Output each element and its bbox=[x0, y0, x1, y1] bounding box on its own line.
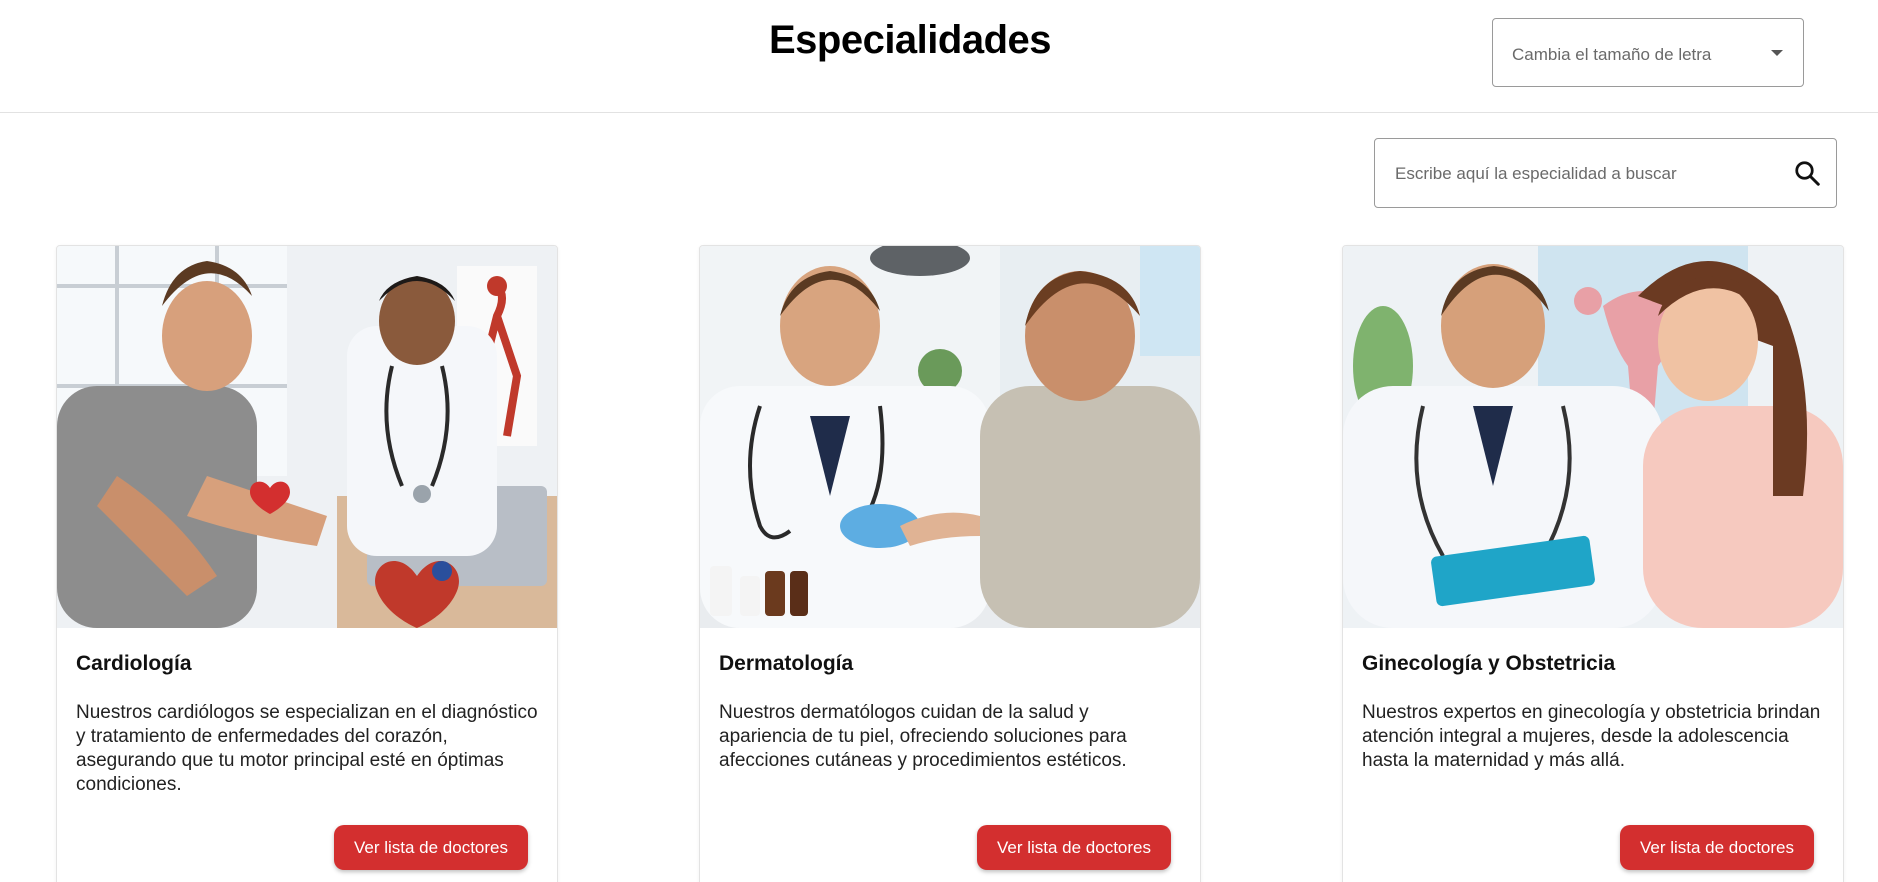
card-title: Cardiología bbox=[76, 652, 192, 675]
view-doctors-button[interactable]: Ver lista de doctores bbox=[333, 825, 528, 870]
card-title: Ginecología y Obstetricia bbox=[1362, 652, 1616, 675]
card-description: Nuestros cardiólogos se especializan en … bbox=[76, 702, 538, 795]
view-doctors-button[interactable]: Ver lista de doctores bbox=[1619, 825, 1814, 870]
page: Especialidades Cambia el tamaño de letra bbox=[0, 0, 1878, 882]
card-description: Nuestros expertos en ginecología y obste… bbox=[1362, 702, 1821, 771]
cardiology-image bbox=[57, 246, 557, 628]
font-size-select[interactable]: Cambia el tamaño de letra bbox=[1492, 18, 1804, 87]
search-box bbox=[1374, 138, 1837, 209]
card-image bbox=[1343, 246, 1843, 628]
header: Especialidades Cambia el tamaño de letra bbox=[0, 0, 1878, 113]
view-doctors-button[interactable]: Ver lista de doctores bbox=[976, 825, 1171, 870]
card-title: Dermatología bbox=[719, 652, 854, 675]
search-input[interactable] bbox=[1393, 139, 1767, 209]
card-image bbox=[57, 246, 557, 628]
card-description: Nuestros dermatólogos cuidan de la salud… bbox=[719, 702, 1127, 771]
gynecology-image bbox=[1343, 246, 1843, 628]
specialty-card-cardiologia: Cardiología Nuestros cardiólogos se espe… bbox=[56, 245, 558, 882]
chevron-down-icon bbox=[1771, 50, 1783, 56]
font-size-select-label: Cambia el tamaño de letra bbox=[1512, 45, 1712, 64]
specialty-card-ginecologia: Ginecología y Obstetricia Nuestros exper… bbox=[1342, 245, 1844, 882]
search-icon[interactable] bbox=[1792, 158, 1822, 188]
dermatology-image bbox=[700, 246, 1200, 628]
card-image bbox=[700, 246, 1200, 628]
specialty-card-dermatologia: Dermatología Nuestros dermatólogos cuida… bbox=[699, 245, 1201, 882]
